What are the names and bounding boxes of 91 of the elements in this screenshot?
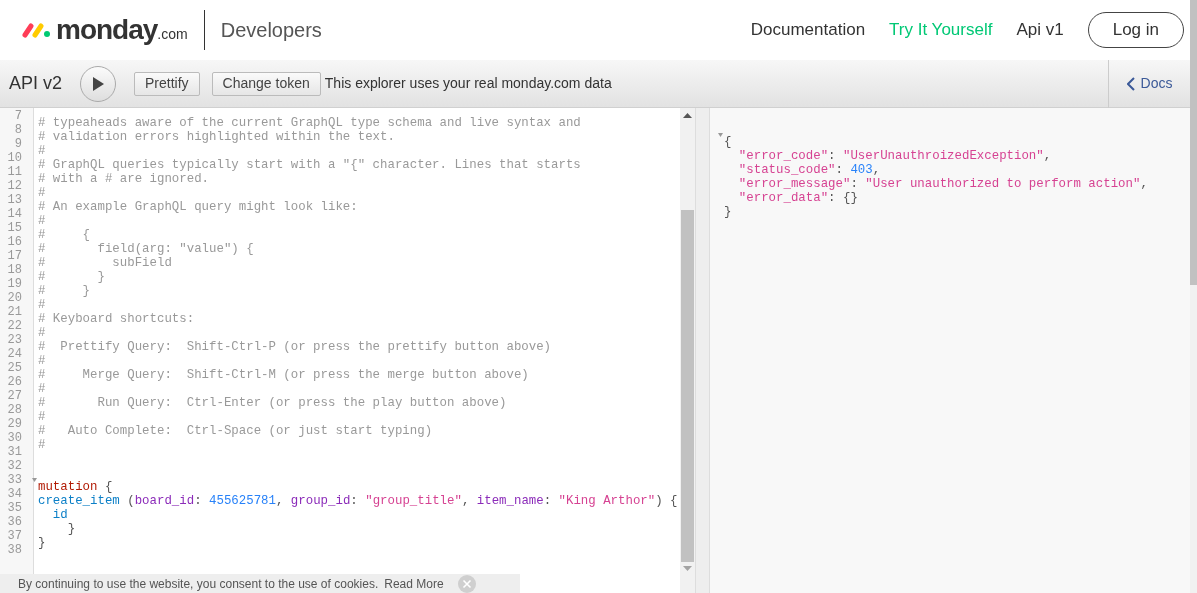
logo-icon	[22, 22, 52, 38]
logo-suffix: .com	[157, 26, 188, 42]
line-number: 29	[7, 417, 22, 431]
toolbar-title: API v2	[9, 72, 63, 95]
line-number: 16	[7, 235, 22, 249]
read-more-link[interactable]: Read More	[384, 574, 444, 593]
code-line: #	[38, 410, 46, 424]
code-line: #	[38, 382, 46, 396]
page-scrollbar-thumb[interactable]	[1190, 0, 1197, 285]
code-line: "error_message": "User unauthorized to perform action",	[737, 177, 1148, 191]
close-icon[interactable]	[457, 574, 476, 593]
code-line: id	[51, 508, 68, 522]
line-number: 9	[14, 137, 22, 151]
code-line: # Prettify Query: Shift-Ctrl-P (or press the prettify button above)	[38, 340, 552, 354]
line-number: 10	[7, 151, 22, 165]
section-title: Developers	[220, 18, 322, 43]
code-line: #	[38, 438, 46, 452]
nav-link[interactable]: Api v1	[1016, 17, 1064, 43]
code-line: # subField	[38, 256, 172, 270]
line-number: 8	[14, 123, 22, 137]
code-line: # }	[38, 284, 91, 298]
line-number: 20	[7, 291, 22, 305]
code-line: # An example GraphQL query might look like:	[38, 200, 358, 214]
toolbar-button[interactable]: Change token	[211, 71, 321, 96]
code-line: # validation errors highlighted within the text.	[38, 130, 395, 144]
code-line: # typeaheads aware of the current GraphQL type schema and live syntax and	[38, 116, 581, 130]
code-line: # {	[38, 228, 91, 242]
code-line: "error_data": {}	[737, 191, 858, 205]
line-number: 23	[7, 333, 22, 347]
chevron-left-icon	[1126, 76, 1135, 91]
line-number: 7	[14, 109, 22, 123]
line-number: 19	[7, 277, 22, 291]
line-number: 28	[7, 403, 22, 417]
code-line: }	[724, 205, 732, 219]
line-number: 33	[7, 473, 22, 487]
code-line: #	[38, 354, 46, 368]
scrollbar-thumb[interactable]	[681, 210, 694, 562]
nav-link[interactable]: Documentation	[750, 17, 866, 43]
line-number: 27	[7, 389, 22, 403]
line-number: 15	[7, 221, 22, 235]
code-line: "error_code": "UserUnauthroizedException",	[737, 149, 1052, 163]
code-line: #	[38, 326, 46, 340]
fold-icon[interactable]	[32, 478, 37, 482]
line-number: 25	[7, 361, 22, 375]
code-line: #	[38, 144, 46, 158]
line-number: 17	[7, 249, 22, 263]
line-number: 13	[7, 193, 22, 207]
code-line: }	[66, 522, 76, 536]
line-number: 32	[7, 459, 22, 473]
toolbar-button[interactable]: Prettify	[134, 71, 200, 96]
scrollbar[interactable]	[680, 108, 695, 593]
line-number: 34	[7, 487, 22, 501]
code-line: {	[724, 135, 732, 149]
line-number: 22	[7, 319, 22, 333]
line-number: 14	[7, 207, 22, 221]
play-icon	[91, 75, 106, 92]
code-line: # Merge Query: Shift-Ctrl-M (or press the merge button above)	[38, 368, 529, 382]
code-line: }	[38, 536, 46, 550]
line-number: 37	[7, 529, 22, 543]
code-line: # with a # are ignored.	[38, 172, 210, 186]
line-number: 35	[7, 501, 22, 515]
line-number: 18	[7, 263, 22, 277]
line-number: 21	[7, 305, 22, 319]
code-line: #	[38, 214, 46, 228]
code-line: "status_code": 403,	[737, 163, 881, 177]
run-button[interactable]	[80, 65, 117, 102]
fold-icon[interactable]	[718, 133, 723, 137]
scroll-down-icon	[683, 566, 692, 571]
code-line: # field(arg: "value") {	[38, 242, 254, 256]
line-number: 30	[7, 431, 22, 445]
line-number: 38	[7, 543, 22, 557]
line-number: 26	[7, 375, 22, 389]
code-line: create_item (board_id: 455625781, group_id: "group_title", item_name: "King Arthor") {	[38, 494, 678, 508]
line-number: 12	[7, 179, 22, 193]
line-number: 36	[7, 515, 22, 529]
scroll-up-icon	[683, 113, 692, 118]
code-line: # Run Query: Ctrl-Enter (or press the play button above)	[38, 396, 507, 410]
code-line: # GraphQL queries typically start with a "{" character. Lines that starts	[38, 158, 581, 172]
cookie-text: By continuing to use the website, you consent to the use of cookies.	[18, 575, 379, 593]
code-line: #	[38, 186, 46, 200]
pane-splitter[interactable]	[695, 108, 709, 593]
notice-text: This explorer uses your real monday.com data	[324, 74, 612, 93]
line-number: 31	[7, 445, 22, 459]
code-line: # Auto Complete: Ctrl-Space (or just start typing)	[38, 424, 433, 438]
code-line: mutation {	[38, 480, 113, 494]
code-line: #	[38, 298, 46, 312]
code-line: # Keyboard shortcuts:	[38, 312, 195, 326]
line-number: 24	[7, 347, 22, 361]
logo-text: monday	[56, 13, 158, 47]
line-number: 11	[7, 165, 22, 179]
code-line: # }	[38, 270, 105, 284]
